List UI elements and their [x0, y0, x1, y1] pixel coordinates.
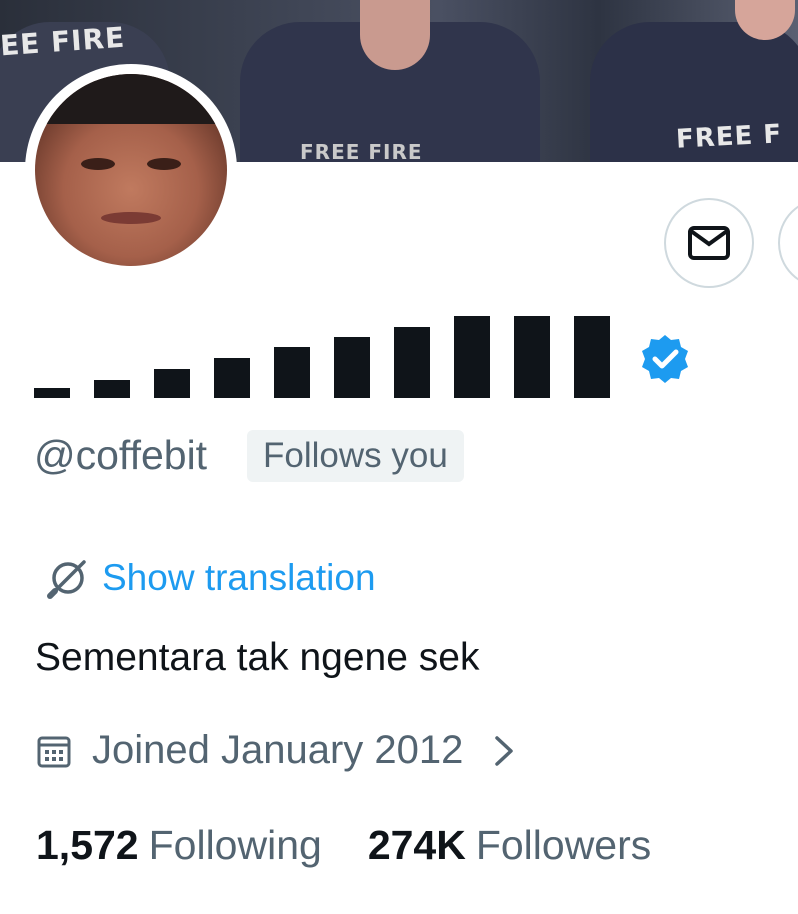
avatar[interactable] — [25, 64, 237, 276]
name-bar — [514, 316, 550, 398]
notifications-button[interactable] — [778, 198, 798, 288]
banner-face — [360, 0, 430, 70]
globe-slash-icon — [47, 560, 86, 599]
followers-label: Followers — [475, 822, 652, 868]
follow-stats: 1,572 Following 274K Followers — [36, 822, 651, 869]
following-stat[interactable]: 1,572 Following — [36, 822, 322, 869]
show-translation-link[interactable]: Show translation — [46, 556, 376, 600]
banner-print-right: FREE F — [675, 119, 783, 155]
banner-print-mid: FREE FIRE — [300, 140, 423, 162]
verified-badge-icon[interactable] — [639, 333, 691, 385]
followers-count: 274K — [367, 822, 466, 868]
followers-stat[interactable]: 274K Followers — [368, 822, 651, 869]
name-bar — [274, 347, 310, 398]
calendar-icon — [37, 736, 71, 767]
avatar-photo — [35, 74, 227, 266]
name-bar — [334, 337, 370, 398]
name-bar — [214, 358, 250, 398]
envelope-icon — [688, 226, 730, 260]
joined-date[interactable]: Joined January 2012 — [36, 728, 515, 773]
profile-page: EE FIRE FREE F FREE FIRE @coffebit Follo… — [0, 0, 798, 914]
user-handle: @coffebit — [34, 432, 208, 478]
joined-label: Joined January 2012 — [92, 728, 464, 772]
name-bar — [154, 369, 190, 398]
avatar-mouth — [101, 212, 161, 224]
following-label: Following — [148, 822, 322, 868]
following-count: 1,572 — [36, 822, 139, 868]
avatar-eye — [81, 158, 115, 170]
avatar-cap — [45, 74, 217, 124]
follows-you-badge: Follows you — [247, 430, 464, 482]
name-bar — [34, 388, 70, 398]
name-bar — [454, 316, 490, 398]
avatar-eye — [147, 158, 181, 170]
display-name — [34, 316, 734, 398]
show-translation-label: Show translation — [102, 557, 376, 598]
message-button[interactable] — [664, 198, 754, 288]
chevron-right-icon — [495, 735, 514, 766]
name-bar — [394, 327, 430, 398]
name-bar — [574, 316, 610, 398]
profile-bio: Sementara tak ngene sek — [35, 636, 480, 679]
name-bar — [94, 380, 130, 398]
